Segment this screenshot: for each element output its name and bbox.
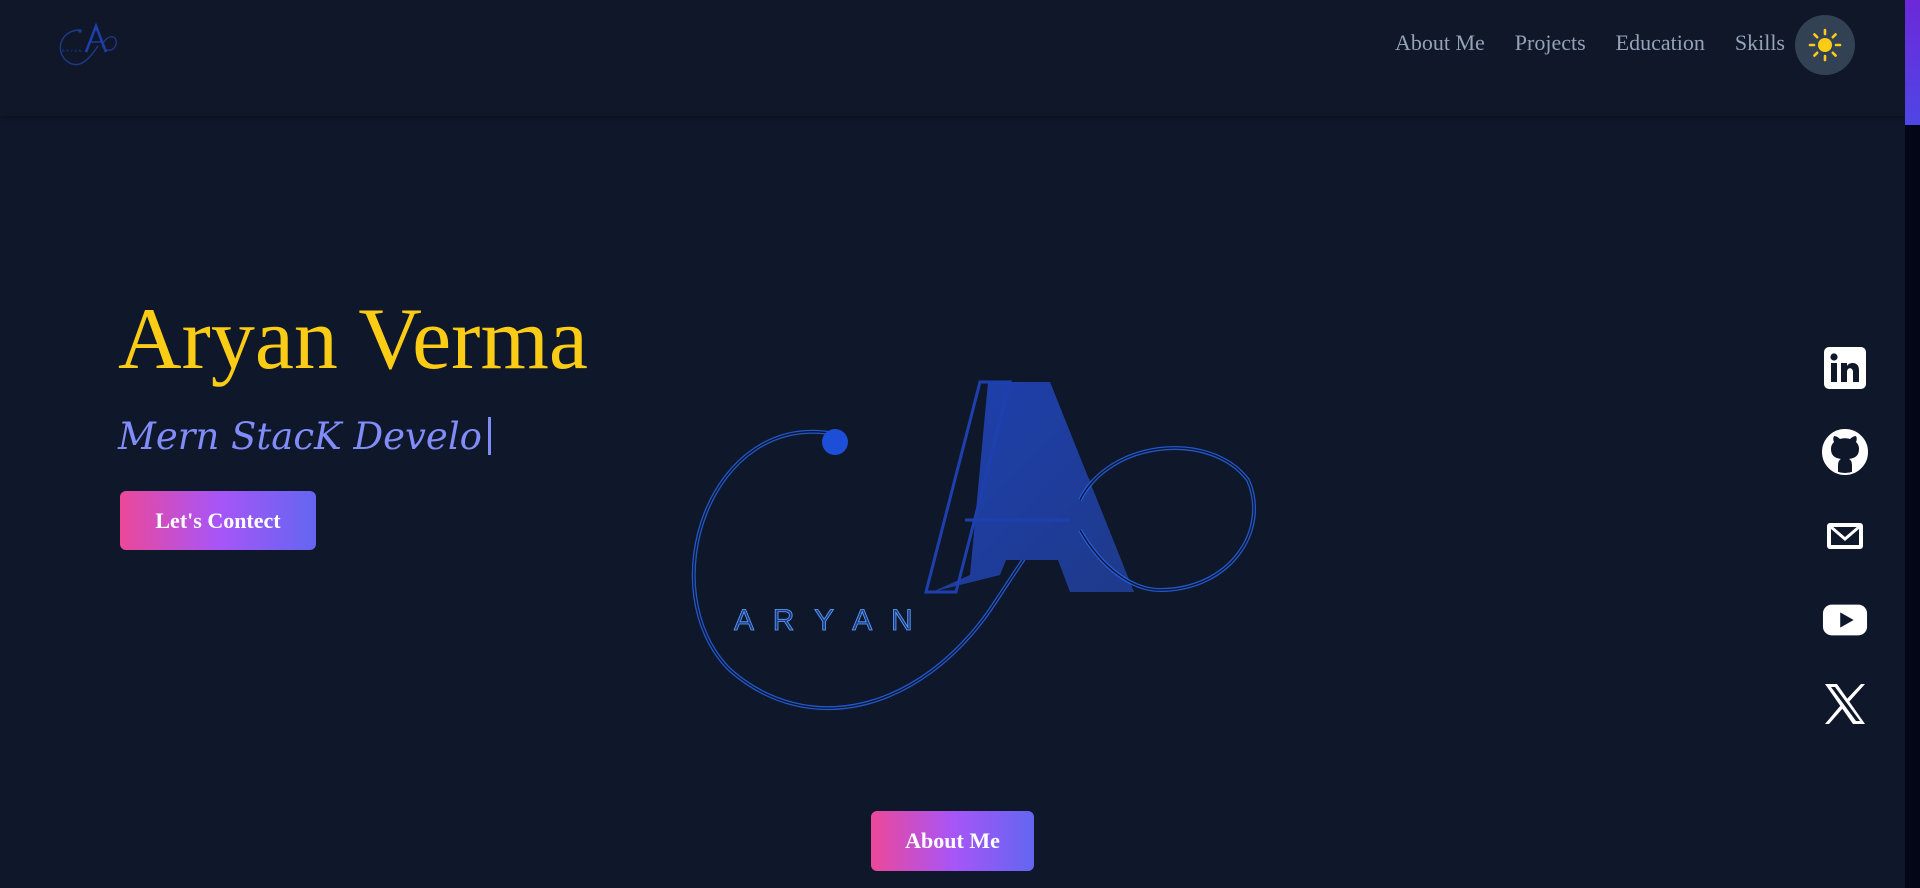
linkedin-icon bbox=[1824, 347, 1866, 389]
aryan-monogram-logo: ARYAN bbox=[59, 22, 117, 66]
mail-icon bbox=[1827, 523, 1863, 549]
nav-skills[interactable]: Skills bbox=[1735, 30, 1785, 56]
main-nav: About Me Projects Education Skills bbox=[1395, 30, 1785, 56]
about-me-button[interactable]: About Me bbox=[871, 811, 1034, 871]
youtube-link[interactable] bbox=[1822, 597, 1868, 643]
sun-icon bbox=[1808, 28, 1842, 62]
x-twitter-link[interactable] bbox=[1822, 681, 1868, 727]
hero-logo: A R Y A N bbox=[670, 370, 1260, 730]
github-icon bbox=[1822, 429, 1868, 475]
logo-wordmark: A R Y A N bbox=[734, 604, 919, 637]
site-header: ARYAN About Me Projects Education Skills bbox=[0, 0, 1905, 116]
nav-about-me[interactable]: About Me bbox=[1395, 30, 1485, 56]
nav-projects[interactable]: Projects bbox=[1515, 30, 1586, 56]
svg-text:ARYAN: ARYAN bbox=[62, 48, 83, 53]
aryan-monogram-logo: A R Y A N bbox=[691, 380, 1257, 711]
linkedin-link[interactable] bbox=[1822, 345, 1868, 391]
youtube-icon bbox=[1822, 604, 1868, 636]
scrollbar-thumb[interactable] bbox=[1905, 0, 1920, 125]
x-twitter-icon bbox=[1825, 684, 1865, 724]
typing-caret bbox=[487, 417, 491, 455]
nav-education[interactable]: Education bbox=[1616, 30, 1705, 56]
email-link[interactable] bbox=[1822, 513, 1868, 559]
lets-contact-button[interactable]: Let's Contect bbox=[120, 491, 316, 550]
page-scrollbar[interactable] bbox=[1905, 0, 1920, 888]
github-link[interactable] bbox=[1822, 429, 1868, 475]
hero-name: Aryan Verma bbox=[118, 291, 588, 388]
hero-role-typewriter: Mern StacK Develo bbox=[118, 412, 491, 462]
header-logo[interactable]: ARYAN bbox=[50, 22, 120, 70]
page: ARYAN About Me Projects Education Skills bbox=[0, 0, 1920, 888]
theme-toggle-button[interactable] bbox=[1795, 15, 1855, 75]
hero-role-text: Mern StacK Develo bbox=[118, 415, 482, 458]
